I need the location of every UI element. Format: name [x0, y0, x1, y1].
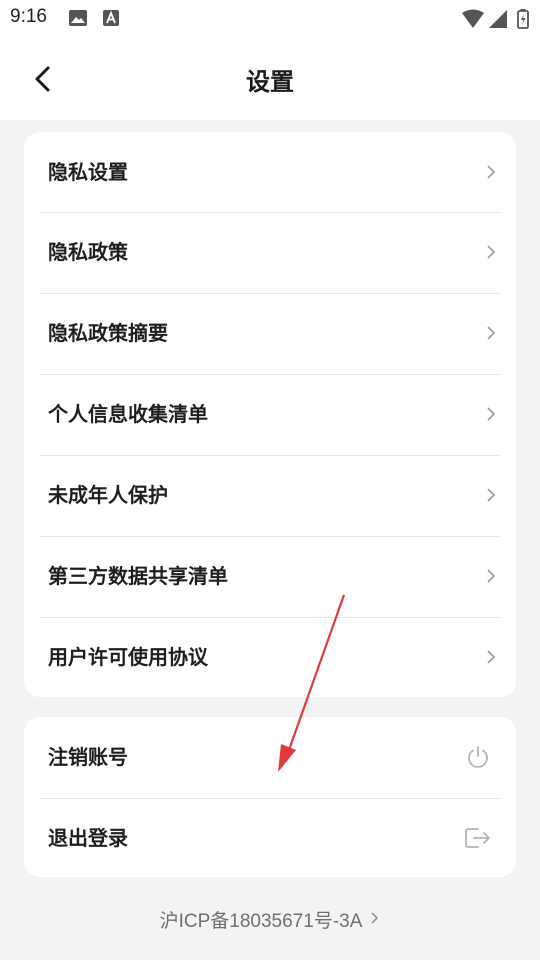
settings-item-minor-protection[interactable]: 未成年人保护 — [24, 455, 516, 536]
deregister-account-item[interactable]: 注销账号 — [24, 717, 516, 798]
settings-item-privacy-settings[interactable]: 隐私设置 — [24, 132, 516, 212]
settings-item-user-license[interactable]: 用户许可使用协议 — [24, 617, 516, 698]
settings-item-third-party-sharing[interactable]: 第三方数据共享清单 — [24, 536, 516, 617]
font-icon — [102, 9, 120, 31]
settings-item-label: 隐私政策摘要 — [48, 321, 168, 345]
signal-icon — [488, 9, 508, 33]
chevron-right-icon — [486, 325, 496, 341]
status-bar: 9:16 — [0, 0, 540, 38]
logout-label: 退出登录 — [48, 826, 128, 850]
settings-item-label: 隐私政策 — [48, 240, 128, 264]
chevron-right-icon — [486, 649, 496, 665]
icp-footer[interactable]: 沪ICP备18035671号-3A — [0, 906, 540, 933]
chevron-right-icon — [486, 164, 496, 180]
power-icon — [466, 745, 490, 769]
logout-item[interactable]: 退出登录 — [24, 798, 516, 879]
logout-icon — [464, 826, 492, 850]
settings-item-label: 隐私设置 — [48, 160, 128, 184]
settings-item-label: 未成年人保护 — [48, 483, 168, 507]
chevron-right-icon — [486, 244, 496, 260]
settings-item-label: 第三方数据共享清单 — [48, 564, 228, 588]
image-icon — [68, 9, 88, 31]
account-card: 注销账号 退出登录 — [24, 717, 516, 877]
deregister-account-label: 注销账号 — [48, 745, 128, 769]
chevron-right-icon — [486, 568, 496, 584]
settings-card: 隐私设置 隐私政策 隐私政策摘要 个人信息收集清单 未成年人保护 第三方数据共享… — [24, 132, 516, 697]
settings-item-privacy-policy[interactable]: 隐私政策 — [24, 212, 516, 293]
icp-text: 沪ICP备18035671号-3A — [159, 911, 363, 932]
chevron-right-icon — [370, 909, 380, 931]
chevron-right-icon — [486, 487, 496, 503]
header: 设置 — [0, 38, 540, 120]
settings-item-label: 个人信息收集清单 — [48, 402, 208, 426]
settings-item-personal-info-list[interactable]: 个人信息收集清单 — [24, 374, 516, 455]
settings-item-label: 用户许可使用协议 — [48, 645, 208, 669]
settings-item-privacy-summary[interactable]: 隐私政策摘要 — [24, 293, 516, 374]
page-title: 设置 — [246, 68, 294, 96]
wifi-icon — [461, 9, 485, 33]
chevron-right-icon — [486, 406, 496, 422]
battery-icon — [517, 9, 529, 33]
status-time: 9:16 — [10, 6, 47, 27]
